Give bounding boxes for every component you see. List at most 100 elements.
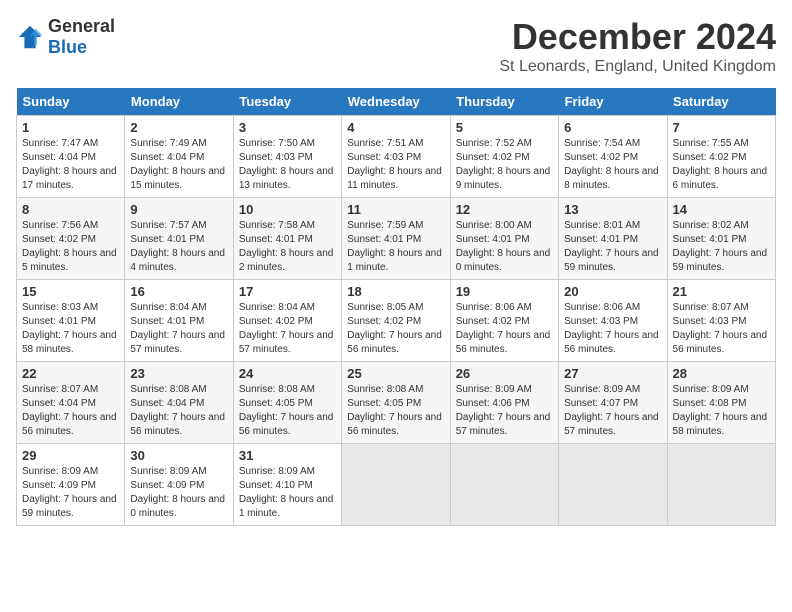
day-number: 17	[239, 284, 336, 299]
header-sunday: Sunday	[17, 88, 125, 116]
calendar-cell: 7 Sunrise: 7:55 AM Sunset: 4:02 PM Dayli…	[667, 116, 775, 198]
day-number: 6	[564, 120, 661, 135]
cell-content: Sunrise: 7:50 AM Sunset: 4:03 PM Dayligh…	[239, 137, 336, 193]
calendar-cell: 16 Sunrise: 8:04 AM Sunset: 4:01 PM Dayl…	[125, 280, 233, 362]
cell-content: Sunrise: 7:47 AM Sunset: 4:04 PM Dayligh…	[22, 137, 119, 193]
calendar-cell: 1 Sunrise: 7:47 AM Sunset: 4:04 PM Dayli…	[17, 116, 125, 198]
header-thursday: Thursday	[450, 88, 558, 116]
calendar-cell: 14 Sunrise: 8:02 AM Sunset: 4:01 PM Dayl…	[667, 198, 775, 280]
cell-content: Sunrise: 8:05 AM Sunset: 4:02 PM Dayligh…	[347, 301, 444, 357]
header-friday: Friday	[559, 88, 667, 116]
calendar-week-row: 22 Sunrise: 8:07 AM Sunset: 4:04 PM Dayl…	[17, 362, 776, 444]
calendar-cell	[342, 444, 450, 526]
month-title: December 2024	[499, 16, 776, 58]
calendar-cell: 25 Sunrise: 8:08 AM Sunset: 4:05 PM Dayl…	[342, 362, 450, 444]
calendar-cell: 23 Sunrise: 8:08 AM Sunset: 4:04 PM Dayl…	[125, 362, 233, 444]
calendar-cell: 29 Sunrise: 8:09 AM Sunset: 4:09 PM Dayl…	[17, 444, 125, 526]
calendar-cell: 10 Sunrise: 7:58 AM Sunset: 4:01 PM Dayl…	[233, 198, 341, 280]
day-number: 12	[456, 202, 553, 217]
cell-content: Sunrise: 8:09 AM Sunset: 4:08 PM Dayligh…	[673, 383, 770, 439]
logo: General Blue	[16, 16, 115, 58]
calendar-cell: 22 Sunrise: 8:07 AM Sunset: 4:04 PM Dayl…	[17, 362, 125, 444]
header-tuesday: Tuesday	[233, 88, 341, 116]
day-number: 8	[22, 202, 119, 217]
cell-content: Sunrise: 8:09 AM Sunset: 4:09 PM Dayligh…	[130, 465, 227, 521]
day-number: 20	[564, 284, 661, 299]
cell-content: Sunrise: 8:06 AM Sunset: 4:02 PM Dayligh…	[456, 301, 553, 357]
day-number: 15	[22, 284, 119, 299]
cell-content: Sunrise: 8:09 AM Sunset: 4:06 PM Dayligh…	[456, 383, 553, 439]
calendar-week-row: 15 Sunrise: 8:03 AM Sunset: 4:01 PM Dayl…	[17, 280, 776, 362]
cell-content: Sunrise: 8:08 AM Sunset: 4:05 PM Dayligh…	[347, 383, 444, 439]
calendar-cell: 30 Sunrise: 8:09 AM Sunset: 4:09 PM Dayl…	[125, 444, 233, 526]
day-number: 31	[239, 448, 336, 463]
calendar-cell: 28 Sunrise: 8:09 AM Sunset: 4:08 PM Dayl…	[667, 362, 775, 444]
calendar-cell: 9 Sunrise: 7:57 AM Sunset: 4:01 PM Dayli…	[125, 198, 233, 280]
day-number: 14	[673, 202, 770, 217]
calendar-cell: 3 Sunrise: 7:50 AM Sunset: 4:03 PM Dayli…	[233, 116, 341, 198]
day-number: 18	[347, 284, 444, 299]
calendar-week-row: 29 Sunrise: 8:09 AM Sunset: 4:09 PM Dayl…	[17, 444, 776, 526]
calendar-cell: 8 Sunrise: 7:56 AM Sunset: 4:02 PM Dayli…	[17, 198, 125, 280]
day-number: 21	[673, 284, 770, 299]
calendar-cell: 24 Sunrise: 8:08 AM Sunset: 4:05 PM Dayl…	[233, 362, 341, 444]
cell-content: Sunrise: 8:01 AM Sunset: 4:01 PM Dayligh…	[564, 219, 661, 275]
cell-content: Sunrise: 7:59 AM Sunset: 4:01 PM Dayligh…	[347, 219, 444, 275]
calendar-cell: 31 Sunrise: 8:09 AM Sunset: 4:10 PM Dayl…	[233, 444, 341, 526]
day-number: 10	[239, 202, 336, 217]
location-subtitle: St Leonards, England, United Kingdom	[499, 58, 776, 76]
day-number: 9	[130, 202, 227, 217]
logo-icon	[16, 23, 44, 51]
calendar-cell: 18 Sunrise: 8:05 AM Sunset: 4:02 PM Dayl…	[342, 280, 450, 362]
day-number: 27	[564, 366, 661, 381]
day-number: 30	[130, 448, 227, 463]
calendar-cell: 26 Sunrise: 8:09 AM Sunset: 4:06 PM Dayl…	[450, 362, 558, 444]
day-number: 2	[130, 120, 227, 135]
calendar-cell: 13 Sunrise: 8:01 AM Sunset: 4:01 PM Dayl…	[559, 198, 667, 280]
cell-content: Sunrise: 8:07 AM Sunset: 4:04 PM Dayligh…	[22, 383, 119, 439]
cell-content: Sunrise: 7:54 AM Sunset: 4:02 PM Dayligh…	[564, 137, 661, 193]
calendar-cell: 17 Sunrise: 8:04 AM Sunset: 4:02 PM Dayl…	[233, 280, 341, 362]
day-number: 23	[130, 366, 227, 381]
cell-content: Sunrise: 7:49 AM Sunset: 4:04 PM Dayligh…	[130, 137, 227, 193]
calendar-cell	[667, 444, 775, 526]
calendar-cell: 5 Sunrise: 7:52 AM Sunset: 4:02 PM Dayli…	[450, 116, 558, 198]
day-number: 5	[456, 120, 553, 135]
day-number: 28	[673, 366, 770, 381]
day-number: 16	[130, 284, 227, 299]
calendar-cell: 15 Sunrise: 8:03 AM Sunset: 4:01 PM Dayl…	[17, 280, 125, 362]
day-number: 3	[239, 120, 336, 135]
cell-content: Sunrise: 8:02 AM Sunset: 4:01 PM Dayligh…	[673, 219, 770, 275]
day-number: 4	[347, 120, 444, 135]
page-header: General Blue December 2024 St Leonards, …	[16, 16, 776, 76]
header-monday: Monday	[125, 88, 233, 116]
title-section: December 2024 St Leonards, England, Unit…	[499, 16, 776, 76]
calendar-cell: 20 Sunrise: 8:06 AM Sunset: 4:03 PM Dayl…	[559, 280, 667, 362]
day-number: 22	[22, 366, 119, 381]
day-number: 11	[347, 202, 444, 217]
day-number: 1	[22, 120, 119, 135]
cell-content: Sunrise: 8:07 AM Sunset: 4:03 PM Dayligh…	[673, 301, 770, 357]
calendar-cell: 21 Sunrise: 8:07 AM Sunset: 4:03 PM Dayl…	[667, 280, 775, 362]
cell-content: Sunrise: 8:04 AM Sunset: 4:01 PM Dayligh…	[130, 301, 227, 357]
calendar-cell: 12 Sunrise: 8:00 AM Sunset: 4:01 PM Dayl…	[450, 198, 558, 280]
cell-content: Sunrise: 8:09 AM Sunset: 4:09 PM Dayligh…	[22, 465, 119, 521]
calendar-cell: 2 Sunrise: 7:49 AM Sunset: 4:04 PM Dayli…	[125, 116, 233, 198]
calendar-cell: 19 Sunrise: 8:06 AM Sunset: 4:02 PM Dayl…	[450, 280, 558, 362]
header-wednesday: Wednesday	[342, 88, 450, 116]
cell-content: Sunrise: 7:57 AM Sunset: 4:01 PM Dayligh…	[130, 219, 227, 275]
cell-content: Sunrise: 8:04 AM Sunset: 4:02 PM Dayligh…	[239, 301, 336, 357]
cell-content: Sunrise: 7:55 AM Sunset: 4:02 PM Dayligh…	[673, 137, 770, 193]
cell-content: Sunrise: 8:09 AM Sunset: 4:07 PM Dayligh…	[564, 383, 661, 439]
day-number: 7	[673, 120, 770, 135]
header-saturday: Saturday	[667, 88, 775, 116]
cell-content: Sunrise: 8:06 AM Sunset: 4:03 PM Dayligh…	[564, 301, 661, 357]
calendar-cell: 4 Sunrise: 7:51 AM Sunset: 4:03 PM Dayli…	[342, 116, 450, 198]
day-number: 26	[456, 366, 553, 381]
calendar-cell: 27 Sunrise: 8:09 AM Sunset: 4:07 PM Dayl…	[559, 362, 667, 444]
cell-content: Sunrise: 7:52 AM Sunset: 4:02 PM Dayligh…	[456, 137, 553, 193]
cell-content: Sunrise: 8:08 AM Sunset: 4:04 PM Dayligh…	[130, 383, 227, 439]
calendar-week-row: 8 Sunrise: 7:56 AM Sunset: 4:02 PM Dayli…	[17, 198, 776, 280]
calendar-cell: 11 Sunrise: 7:59 AM Sunset: 4:01 PM Dayl…	[342, 198, 450, 280]
cell-content: Sunrise: 7:51 AM Sunset: 4:03 PM Dayligh…	[347, 137, 444, 193]
